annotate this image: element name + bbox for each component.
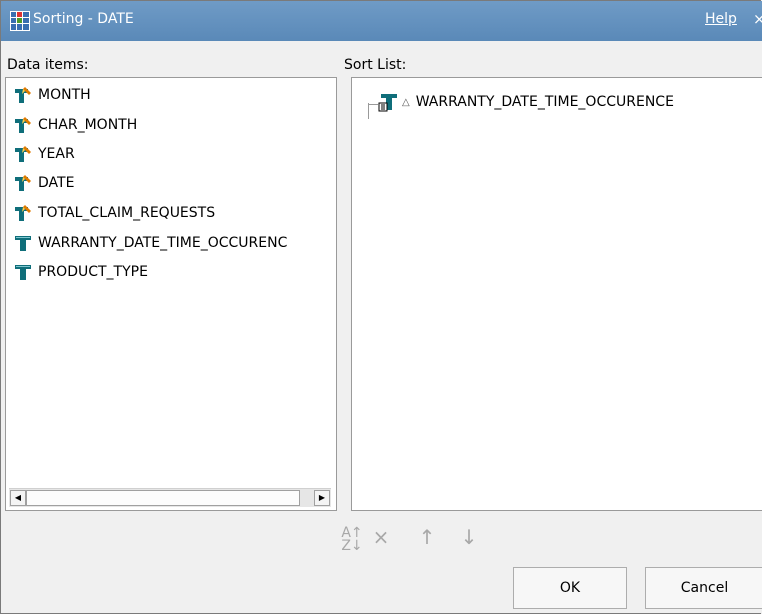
ok-button[interactable]: OK (513, 567, 627, 609)
list-item-label: WARRANTY_DATE_TIME_OCCURENC (38, 235, 288, 251)
list-item[interactable]: TOTAL_CLAIM_REQUESTS (14, 202, 215, 224)
field-sort-icon (378, 94, 397, 112)
computed-field-icon (15, 175, 31, 191)
list-item[interactable]: CHAR_MONTH (14, 114, 137, 136)
sort-list-pane[interactable]: △ WARRANTY_DATE_TIME_OCCURENCE (351, 77, 762, 511)
list-item-label: DATE (38, 175, 75, 191)
scroll-right-icon[interactable]: ▶ (314, 490, 330, 506)
list-item[interactable]: WARRANTY_DATE_TIME_OCCURENC (14, 232, 287, 254)
list-item-label: MONTH (38, 87, 91, 103)
help-link[interactable]: Help (705, 11, 737, 27)
computed-field-icon (15, 205, 31, 221)
list-item-label: TOTAL_CLAIM_REQUESTS (38, 205, 216, 221)
scroll-left-icon[interactable]: ◀ (10, 490, 26, 506)
sort-order-icon[interactable]: A↑ Z↓ (340, 526, 364, 553)
ascending-icon[interactable]: △ (402, 97, 410, 108)
list-item[interactable]: PRODUCT_TYPE (14, 261, 148, 283)
field-icon (15, 265, 31, 280)
sort-grid-icon (10, 11, 30, 31)
remove-icon[interactable]: × (369, 525, 393, 549)
sorting-dialog: Sorting - DATE Help × Data items: Sort L… (0, 0, 762, 614)
sort-list-label: Sort List: (344, 57, 407, 73)
sort-list-item[interactable]: △ WARRANTY_DATE_TIME_OCCURENCE (378, 92, 674, 112)
list-item-label: YEAR (38, 146, 75, 162)
data-items-list[interactable]: MONTH CHAR_MONTH YEAR DATE TOTAL_CLAIM_R… (5, 77, 337, 511)
list-item-label: CHAR_MONTH (38, 117, 138, 133)
window-title: Sorting - DATE (33, 11, 134, 27)
computed-field-icon (15, 87, 31, 103)
cancel-button[interactable]: Cancel (645, 567, 762, 609)
list-item-label: PRODUCT_TYPE (38, 264, 148, 280)
data-items-label: Data items: (7, 57, 89, 73)
title-bar[interactable]: Sorting - DATE Help × (1, 1, 762, 41)
computed-field-icon (15, 117, 31, 133)
move-up-icon[interactable]: ↑ (415, 525, 439, 549)
scroll-thumb[interactable] (26, 490, 300, 506)
computed-field-icon (15, 146, 31, 162)
horizontal-scrollbar[interactable]: ◀ ▶ (9, 488, 331, 507)
close-icon[interactable]: × (753, 10, 762, 28)
field-icon (15, 236, 31, 251)
list-item[interactable]: YEAR (14, 143, 75, 165)
move-down-icon[interactable]: ↓ (457, 525, 481, 549)
list-item[interactable]: MONTH (14, 84, 91, 106)
list-item[interactable]: DATE (14, 172, 74, 194)
sort-list-item-label: WARRANTY_DATE_TIME_OCCURENCE (415, 94, 674, 110)
tree-connector (368, 104, 378, 105)
tree-connector (368, 103, 369, 119)
